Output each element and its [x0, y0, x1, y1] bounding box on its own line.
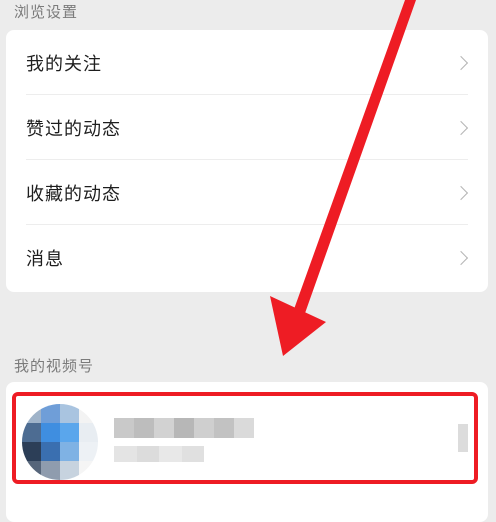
arrow-shaft	[293, 0, 416, 316]
annotation-arrow	[270, 0, 416, 356]
